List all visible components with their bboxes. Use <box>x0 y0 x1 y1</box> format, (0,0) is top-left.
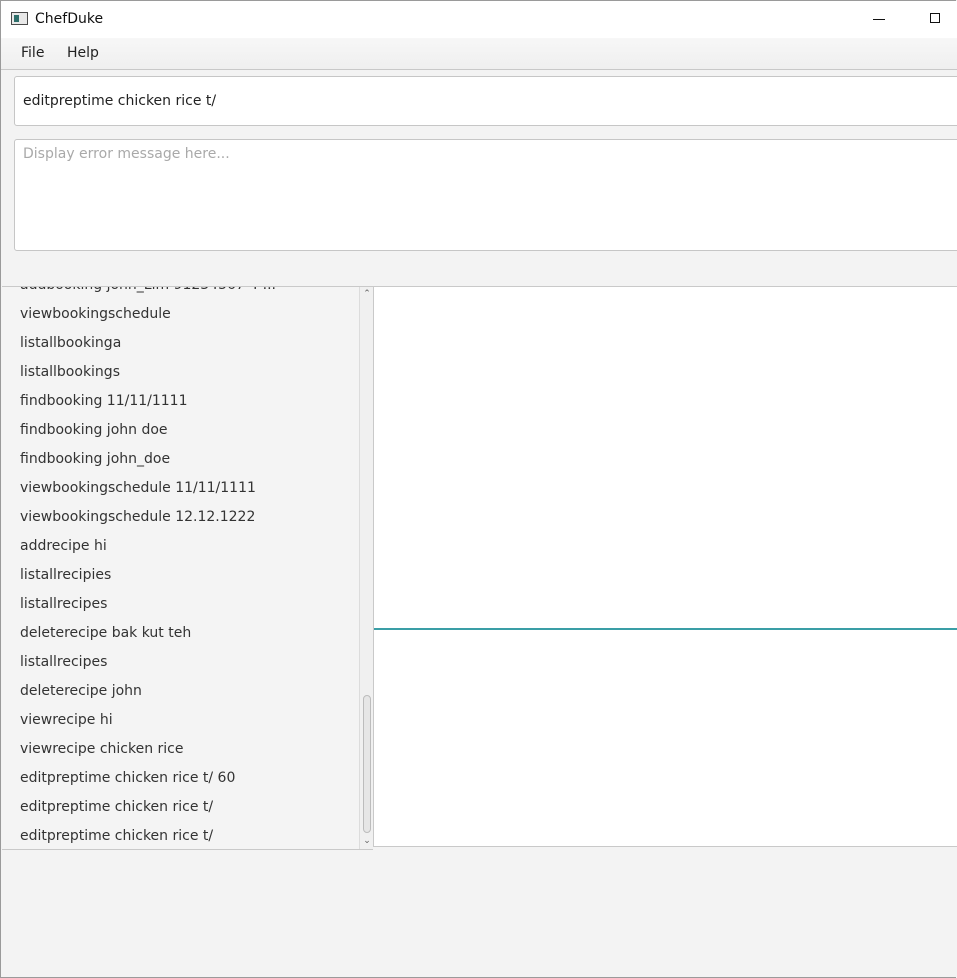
scrollbar-thumb[interactable] <box>363 695 371 833</box>
list-item[interactable]: listallrecipes <box>2 648 358 677</box>
list-item[interactable]: addbooking john_Lim 91234567 4 ... <box>2 287 358 300</box>
command-input[interactable] <box>23 91 923 111</box>
list-item[interactable]: editpreptime chicken rice t/ <box>2 793 358 822</box>
chevron-up-icon[interactable]: ⌃ <box>362 289 372 299</box>
split-divider[interactable] <box>374 628 957 630</box>
list-item[interactable]: listallbookings <box>2 358 358 387</box>
list-item[interactable]: addrecipe hi <box>2 532 358 561</box>
list-item[interactable]: deleterecipe john <box>2 677 358 706</box>
list-item[interactable]: listallbookinga <box>2 329 358 358</box>
title-bar: ChefDuke <box>1 1 957 38</box>
app-window-icon <box>11 12 28 25</box>
list-item[interactable]: findbooking john doe <box>2 416 358 445</box>
result-display-box <box>14 139 957 251</box>
list-item[interactable]: viewrecipe chicken rice <box>2 735 358 764</box>
list-item[interactable]: editpreptime chicken rice t/ <box>2 822 358 849</box>
list-item[interactable]: deleterecipe bak kut teh <box>2 619 358 648</box>
minimize-icon <box>873 19 885 20</box>
maximize-icon <box>930 13 940 23</box>
result-display[interactable] <box>23 146 923 242</box>
list-item[interactable]: findbooking john_doe <box>2 445 358 474</box>
chevron-down-icon[interactable]: ⌄ <box>362 836 372 846</box>
list-item[interactable]: listallrecipes <box>2 590 358 619</box>
maximize-button[interactable] <box>912 1 957 38</box>
command-box <box>14 76 957 126</box>
list-item[interactable]: editpreptime chicken rice t/ 60 <box>2 764 358 793</box>
command-history-list: addbooking john_Lim 91234567 4 ... viewb… <box>2 287 358 849</box>
list-item[interactable]: listallrecipies <box>2 561 358 590</box>
list-item[interactable]: viewbookingschedule 11/11/1111 <box>2 474 358 503</box>
output-panel <box>373 286 957 847</box>
menu-help[interactable]: Help <box>65 45 101 61</box>
list-item[interactable]: viewbookingschedule <box>2 300 358 329</box>
history-scrollbar[interactable]: ⌃ ⌄ <box>359 287 373 849</box>
window-title: ChefDuke <box>35 11 104 27</box>
minimize-button[interactable] <box>856 1 902 38</box>
list-item[interactable]: findbooking 11/11/1111 <box>2 387 358 416</box>
menu-bar: File Help <box>1 38 957 70</box>
list-item[interactable]: viewrecipe hi <box>2 706 358 735</box>
menu-file[interactable]: File <box>19 45 46 61</box>
list-item[interactable]: viewbookingschedule 12.12.1222 <box>2 503 358 532</box>
command-history-panel: addbooking john_Lim 91234567 4 ... viewb… <box>2 286 373 850</box>
